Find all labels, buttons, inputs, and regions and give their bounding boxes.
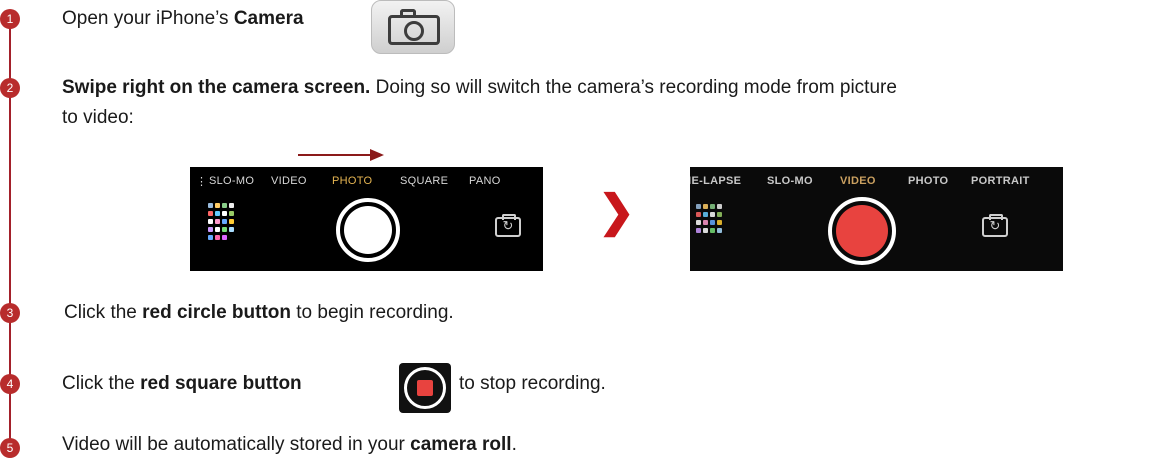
step-3-bold: red circle button	[142, 302, 291, 323]
chevron-right-icon: ❯	[598, 187, 635, 236]
step-1-badge: 1	[0, 9, 20, 29]
step-2-bold: Swipe right on the camera screen.	[62, 77, 371, 98]
step-1-pre: Open your iPhone’s	[62, 8, 234, 29]
mode-photo: PHOTO	[332, 175, 373, 187]
mode-slo-mo: SLO-MO	[209, 175, 255, 187]
step-4-pre: Click the	[62, 373, 141, 394]
step-5-post: .	[511, 434, 517, 455]
mode-square: SQUARE	[400, 175, 449, 187]
record-button	[828, 197, 896, 265]
mode-dot: ⋮	[196, 176, 208, 188]
mode-video: VIDEO	[271, 175, 307, 187]
step-3-pre: Click the	[64, 302, 143, 323]
step-4-bold: red square button	[140, 373, 302, 394]
step-4-post: to stop recording.	[459, 373, 606, 394]
step-5-pre: Video will be automatically stored in yo…	[62, 434, 411, 455]
flip-camera-icon: ↻	[982, 214, 1008, 237]
step-5-text: Video will be automatically stored in yo…	[62, 432, 517, 458]
flip-camera-icon: ↻	[495, 214, 521, 237]
camera-roll-thumbnail	[696, 204, 724, 248]
mode-pano: PANO	[469, 175, 501, 187]
step-2-text-line2: to video:	[62, 107, 134, 128]
step-5-bold: camera roll	[410, 434, 512, 455]
mode-video: VIDEO	[840, 175, 876, 187]
step-3-badge: 3	[0, 303, 20, 323]
camera-icon	[371, 0, 455, 54]
stop-record-icon	[399, 363, 451, 413]
mode-time-lapse: ME-LAPSE	[690, 175, 742, 187]
arrow-right-icon	[298, 154, 372, 156]
camera-roll-thumbnail	[208, 203, 236, 247]
camera-screen-video-mode: ME-LAPSE SLO-MO VIDEO PHOTO PORTRAIT ↻	[690, 167, 1063, 271]
step-1-bold: Camera	[233, 8, 304, 29]
step-4-badge: 4	[0, 374, 20, 394]
step-5-badge: 5	[0, 438, 20, 458]
step-2-text-line1: Swipe right on the camera screen. Doing …	[62, 75, 897, 101]
shutter-button	[336, 198, 400, 262]
step-4-text-a: Click the red square button	[62, 371, 302, 397]
step-3-post: to begin recording.	[291, 302, 454, 323]
arrow-right-icon-head	[370, 149, 384, 161]
mode-portrait: PORTRAIT	[971, 175, 1030, 187]
camera-screen-photo-mode: ⋮ SLO-MO VIDEO PHOTO SQUARE PANO ↻	[190, 167, 543, 271]
mode-photo: PHOTO	[908, 175, 949, 187]
step-3-text: Click the red circle button to begin rec…	[64, 300, 454, 326]
step-1-text: Open your iPhone’s Camera	[62, 6, 304, 32]
step-2-line1: Doing so will switch the camera’s record…	[370, 77, 897, 98]
step-2-badge: 2	[0, 78, 20, 98]
mode-slo-mo: SLO-MO	[767, 175, 813, 187]
